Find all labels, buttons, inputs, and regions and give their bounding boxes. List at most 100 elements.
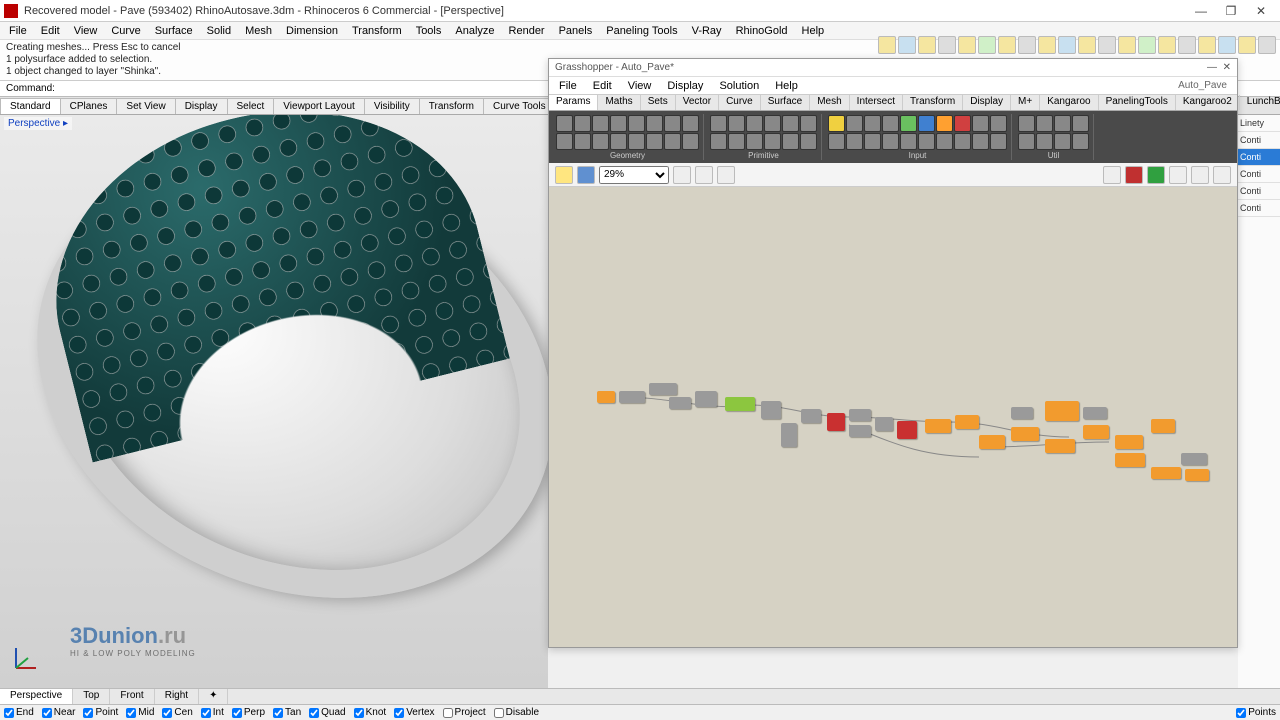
gh-component-icon[interactable] (1018, 115, 1035, 132)
menu-panels[interactable]: Panels (552, 23, 600, 39)
gh-component-icon[interactable] (556, 133, 573, 150)
gh-component-icon[interactable] (990, 115, 1007, 132)
tab-cplanes[interactable]: CPlanes (60, 98, 118, 114)
gh-preview-icon[interactable] (695, 166, 713, 184)
maximize-button[interactable]: ❐ (1216, 4, 1246, 18)
gh-menu-file[interactable]: File (551, 78, 585, 94)
viewtab-right[interactable]: Right (155, 689, 199, 704)
panel-row[interactable]: Conti (1238, 132, 1280, 149)
gh-component-icon[interactable] (746, 115, 763, 132)
gh-node[interactable] (827, 413, 845, 431)
gh-component-icon[interactable] (592, 115, 609, 132)
tool-icon[interactable] (1098, 36, 1116, 54)
gh-node[interactable] (955, 415, 979, 429)
gh-component-icon[interactable] (592, 133, 609, 150)
gh-tab-transform[interactable]: Transform (903, 95, 963, 110)
osnap-tan[interactable]: Tan (269, 707, 305, 718)
gh-component-icon[interactable] (900, 115, 917, 132)
gh-close-icon[interactable]: ✕ (1223, 62, 1231, 73)
gh-node[interactable] (1115, 453, 1145, 467)
menu-transform[interactable]: Transform (345, 23, 409, 39)
gh-node[interactable] (725, 397, 755, 411)
gh-component-icon[interactable] (782, 115, 799, 132)
osnap-cen[interactable]: Cen (158, 707, 196, 718)
gh-menu-display[interactable]: Display (659, 78, 711, 94)
gh-component-icon[interactable] (764, 115, 781, 132)
gh-node[interactable] (1083, 425, 1109, 439)
osnap-quad[interactable]: Quad (305, 707, 349, 718)
gh-component-icon[interactable] (800, 115, 817, 132)
gh-component-icon[interactable] (574, 115, 591, 132)
menu-dimension[interactable]: Dimension (279, 23, 345, 39)
gh-node[interactable] (1083, 407, 1107, 419)
viewtab-top[interactable]: Top (73, 689, 110, 704)
gh-node[interactable] (875, 417, 893, 431)
osnap-vertex[interactable]: Vertex (390, 707, 438, 718)
gh-component-icon[interactable] (972, 115, 989, 132)
gh-node[interactable] (1045, 439, 1075, 453)
viewtab-perspective[interactable]: Perspective (0, 689, 73, 704)
tool-icon[interactable] (1258, 36, 1276, 54)
viewtab-add[interactable]: ✦ (199, 689, 228, 704)
tool-icon[interactable] (1178, 36, 1196, 54)
gh-component-icon[interactable] (646, 115, 663, 132)
gh-node[interactable] (1185, 469, 1209, 481)
gh-node[interactable] (597, 391, 615, 403)
gh-icon[interactable] (1191, 166, 1209, 184)
menu-solid[interactable]: Solid (200, 23, 238, 39)
gh-tab-display[interactable]: Display (963, 95, 1011, 110)
gh-zoom-extents-icon[interactable] (673, 166, 691, 184)
gh-component-icon[interactable] (764, 133, 781, 150)
tool-icon[interactable] (958, 36, 976, 54)
gh-tab-curve[interactable]: Curve (719, 95, 761, 110)
gh-component-icon[interactable] (1072, 133, 1089, 150)
tool-icon[interactable] (1158, 36, 1176, 54)
osnap-points-toggle[interactable]: Points (1232, 707, 1280, 718)
tool-icon[interactable] (1038, 36, 1056, 54)
gh-component-icon[interactable] (556, 115, 573, 132)
grasshopper-window[interactable]: Grasshopper - Auto_Pave* — ✕ File Edit V… (548, 58, 1238, 648)
tool-icon[interactable] (1018, 36, 1036, 54)
gh-component-icon[interactable] (682, 115, 699, 132)
tab-viewportlayout[interactable]: Viewport Layout (273, 98, 365, 114)
osnap-point[interactable]: Point (79, 707, 122, 718)
gh-node[interactable] (619, 391, 645, 403)
gh-icon[interactable] (1125, 166, 1143, 184)
gh-tab-mplus[interactable]: M+ (1011, 95, 1040, 110)
gh-component-icon[interactable] (864, 133, 881, 150)
gh-node[interactable] (801, 409, 821, 423)
gh-component-icon[interactable] (610, 115, 627, 132)
gh-tab-intersect[interactable]: Intersect (850, 95, 903, 110)
panel-row[interactable]: Conti (1238, 149, 1280, 166)
menu-help[interactable]: Help (795, 23, 832, 39)
gh-tab-mesh[interactable]: Mesh (810, 95, 849, 110)
gh-component-icon[interactable] (936, 115, 953, 132)
osnap-perp[interactable]: Perp (228, 707, 269, 718)
gh-component-icon[interactable] (728, 115, 745, 132)
gh-component-icon[interactable] (954, 115, 971, 132)
gh-node[interactable] (1045, 401, 1079, 421)
gh-sketch-icon[interactable] (717, 166, 735, 184)
tab-select[interactable]: Select (227, 98, 275, 114)
gh-component-icon[interactable] (918, 115, 935, 132)
gh-node[interactable] (1011, 427, 1039, 441)
gh-component-icon[interactable] (664, 133, 681, 150)
menu-tools[interactable]: Tools (409, 23, 449, 39)
gh-node[interactable] (1011, 407, 1033, 419)
gh-tab-lunchbox[interactable]: LunchBox (1240, 95, 1280, 110)
osnap-end[interactable]: End (0, 707, 38, 718)
gh-component-icon[interactable] (646, 133, 663, 150)
perspective-viewport[interactable]: Perspective ▸ 3Dunion.ru HI & LOW POLY M… (0, 115, 548, 688)
gh-component-icon[interactable] (728, 133, 745, 150)
gh-component-icon[interactable] (782, 133, 799, 150)
tab-standard[interactable]: Standard (0, 98, 61, 114)
gh-component-icon[interactable] (1036, 133, 1053, 150)
gh-component-icon[interactable] (628, 133, 645, 150)
gh-tab-surface[interactable]: Surface (761, 95, 810, 110)
tab-display[interactable]: Display (175, 98, 228, 114)
menu-view[interactable]: View (67, 23, 105, 39)
tool-icon[interactable] (878, 36, 896, 54)
panel-row[interactable]: Linety (1238, 115, 1280, 132)
gh-min-icon[interactable]: — (1207, 62, 1217, 73)
menu-surface[interactable]: Surface (148, 23, 200, 39)
